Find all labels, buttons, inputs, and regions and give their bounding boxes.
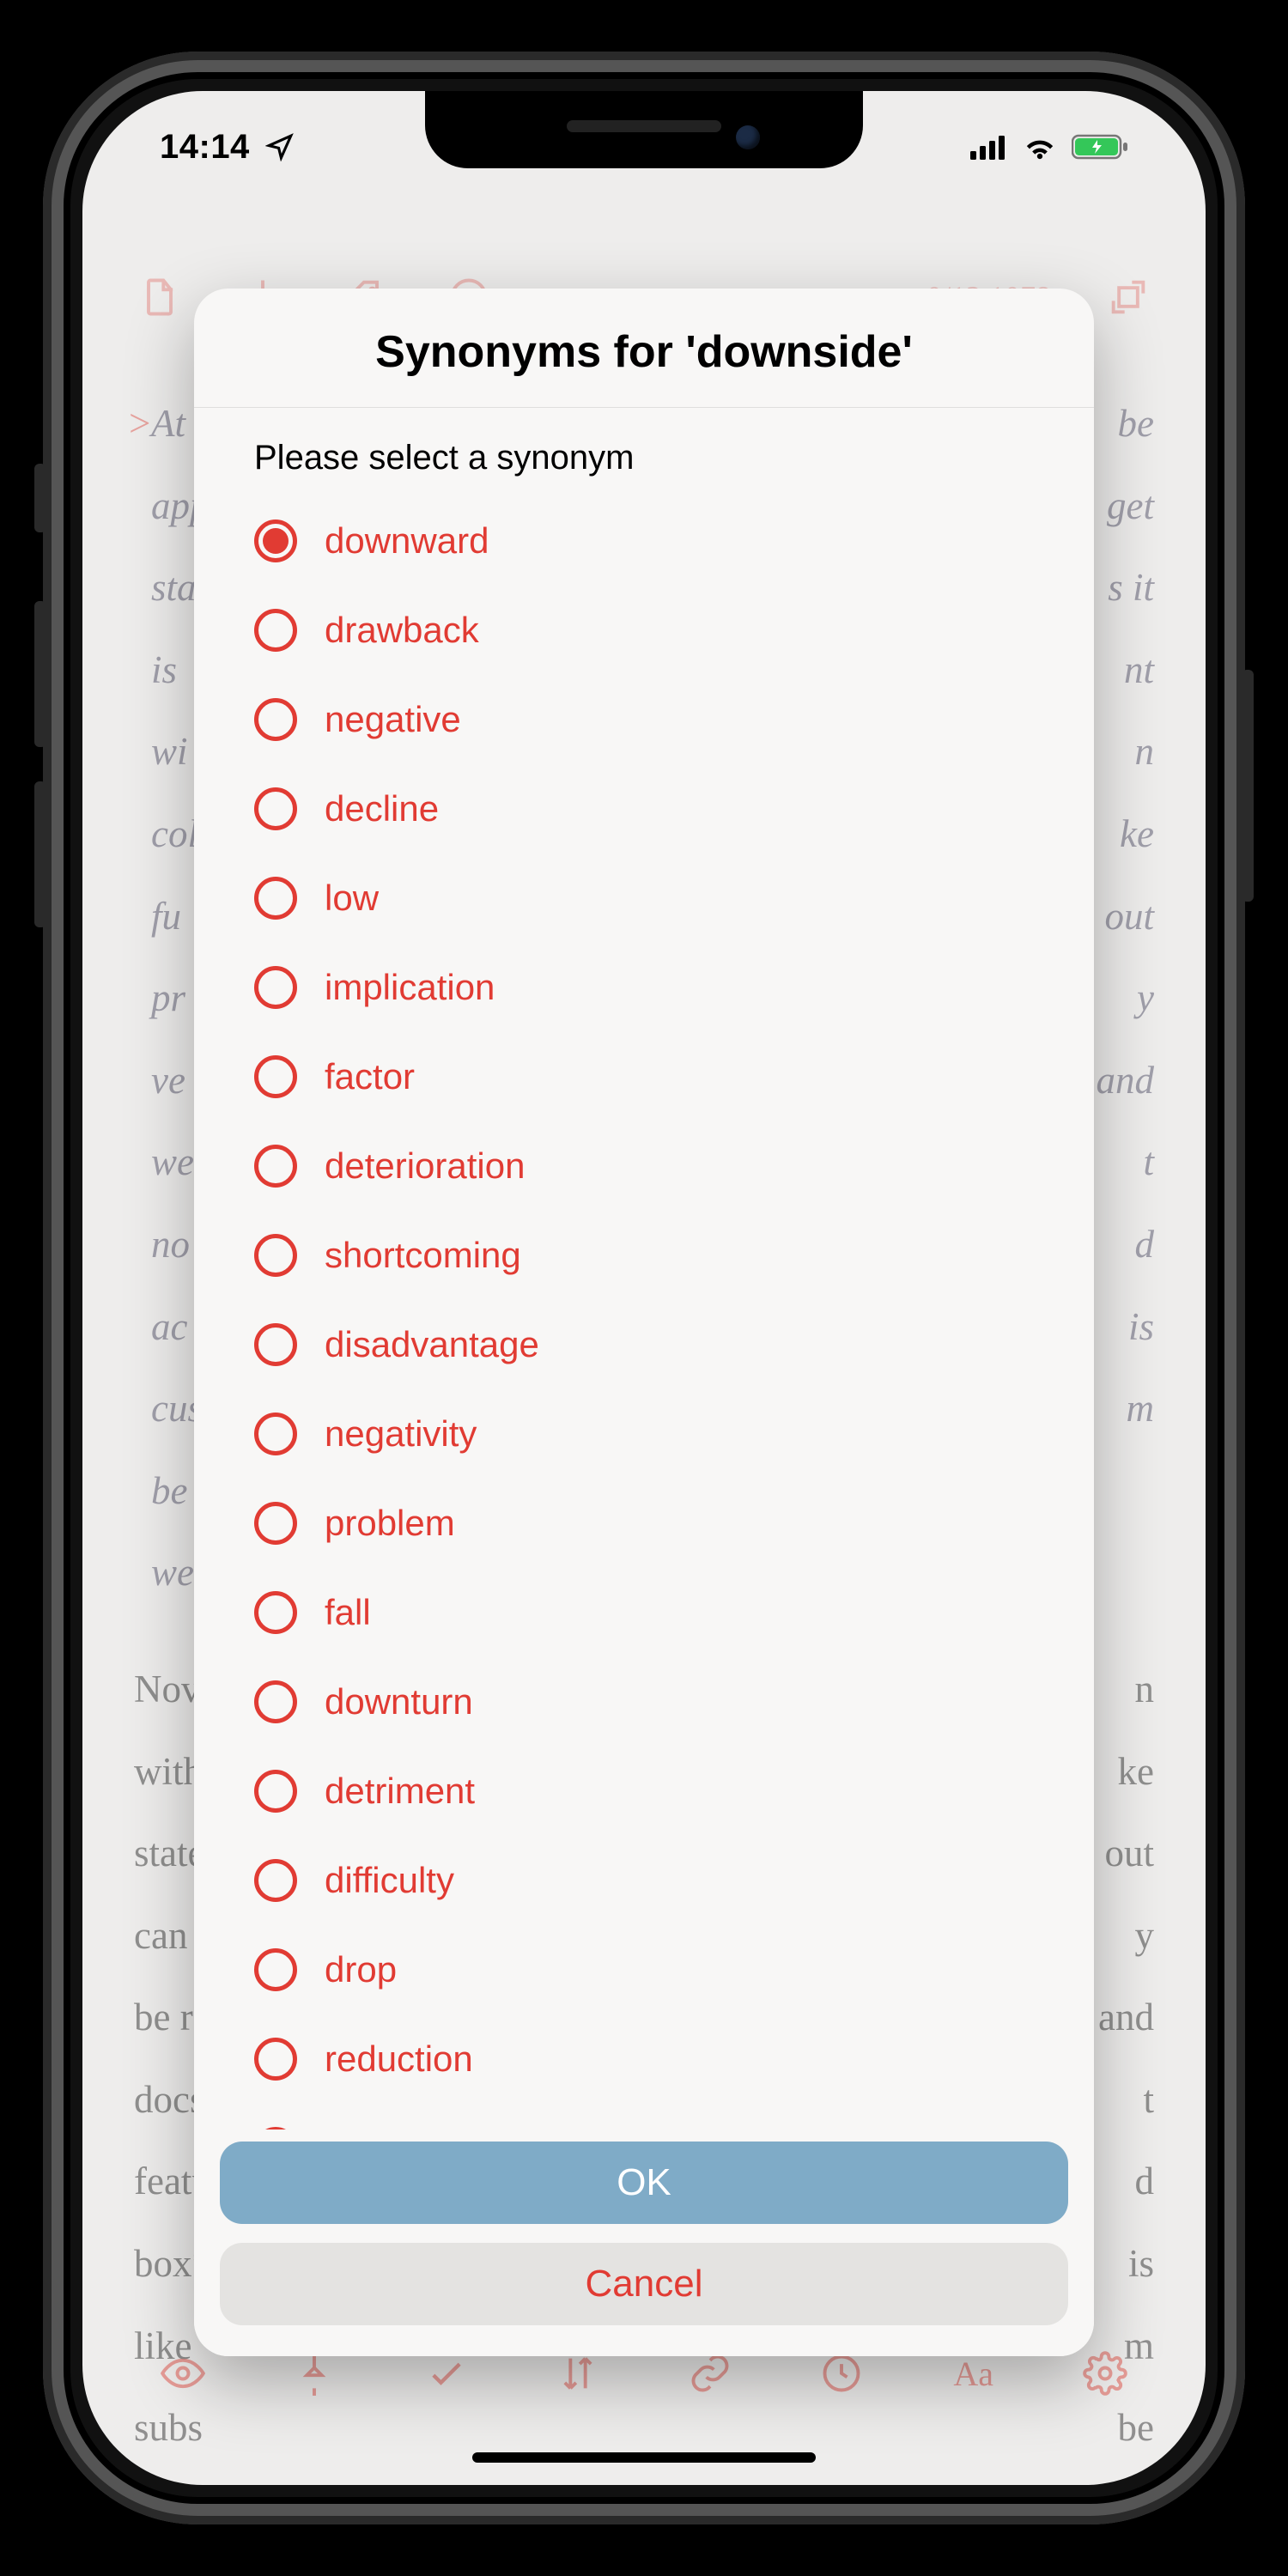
earpiece: [567, 120, 721, 132]
volume-up-button[interactable]: [34, 601, 46, 747]
synonym-option[interactable]: setback: [254, 2104, 1034, 2129]
synonym-option[interactable]: implication: [254, 943, 1034, 1032]
synonym-option[interactable]: disadvantage: [254, 1300, 1034, 1389]
synonym-option-label: negative: [325, 699, 461, 740]
synonym-option-label: fall: [325, 1592, 371, 1633]
volume-down-button[interactable]: [34, 781, 46, 927]
gear-icon[interactable]: [1081, 2349, 1129, 2397]
synonym-option-label: drop: [325, 1949, 397, 1990]
synonym-option[interactable]: shortcoming: [254, 1211, 1034, 1300]
synonym-option-label: difficulty: [325, 1860, 454, 1901]
cancel-button[interactable]: Cancel: [220, 2243, 1068, 2325]
synonym-option[interactable]: decline: [254, 764, 1034, 854]
synonym-option[interactable]: downward: [254, 496, 1034, 586]
radio-icon[interactable]: [254, 1413, 297, 1455]
wifi-icon: [1022, 134, 1058, 160]
synonym-option-label: decline: [325, 788, 439, 829]
radio-icon[interactable]: [254, 698, 297, 741]
synonym-option[interactable]: drop: [254, 1925, 1034, 2014]
synonym-option[interactable]: fall: [254, 1568, 1034, 1657]
synonym-option-label: disadvantage: [325, 1324, 539, 1365]
synonym-option[interactable]: reduction: [254, 2014, 1034, 2104]
eye-icon[interactable]: [159, 2349, 207, 2397]
synonym-option-label: downward: [325, 520, 489, 562]
radio-icon[interactable]: [254, 519, 297, 562]
font-icon[interactable]: Aa: [950, 2349, 998, 2397]
link-icon[interactable]: [686, 2349, 734, 2397]
synonym-option[interactable]: negativity: [254, 1389, 1034, 1479]
check-icon[interactable]: [422, 2349, 471, 2397]
modal-actions: OK Cancel: [194, 2129, 1094, 2356]
screen: 14:14: [82, 91, 1206, 2485]
synonym-option-label: reduction: [325, 2038, 473, 2080]
cellular-icon: [970, 134, 1008, 160]
synonym-option[interactable]: difficulty: [254, 1836, 1034, 1925]
radio-icon[interactable]: [254, 966, 297, 1009]
history-icon[interactable]: [817, 2349, 866, 2397]
synonym-option[interactable]: low: [254, 854, 1034, 943]
radio-icon[interactable]: [254, 1770, 297, 1813]
radio-icon[interactable]: [254, 1145, 297, 1188]
expand-icon[interactable]: [1103, 271, 1154, 323]
pin-icon[interactable]: [290, 2349, 338, 2397]
phone-frame: 14:14: [43, 52, 1245, 2524]
synonym-option[interactable]: problem: [254, 1479, 1034, 1568]
synonym-option-label: problem: [325, 1503, 455, 1544]
radio-icon[interactable]: [254, 2038, 297, 2081]
synonym-option[interactable]: factor: [254, 1032, 1034, 1121]
home-indicator[interactable]: [472, 2452, 816, 2463]
synonym-option-label: shortcoming: [325, 1235, 521, 1276]
radio-icon[interactable]: [254, 609, 297, 652]
battery-icon: [1072, 134, 1128, 160]
synonym-option[interactable]: detriment: [254, 1747, 1034, 1836]
radio-icon[interactable]: [254, 787, 297, 830]
synonym-option-label: detriment: [325, 1771, 475, 1812]
synonym-option-label: negativity: [325, 1413, 477, 1455]
synonym-option-label: implication: [325, 967, 495, 1008]
radio-icon[interactable]: [254, 1680, 297, 1723]
synonym-option[interactable]: deterioration: [254, 1121, 1034, 1211]
synonym-modal: Synonyms for 'downside' Please select a …: [194, 289, 1094, 2356]
synonym-option[interactable]: negative: [254, 675, 1034, 764]
radio-icon[interactable]: [254, 1859, 297, 1902]
synonym-option[interactable]: drawback: [254, 586, 1034, 675]
synonym-option-label: drawback: [325, 610, 479, 651]
power-button[interactable]: [1242, 670, 1254, 902]
mute-switch[interactable]: [34, 464, 46, 532]
synonym-option-label: downturn: [325, 1681, 473, 1722]
synonym-option-label: deterioration: [325, 1145, 525, 1187]
synonym-options-list[interactable]: downward drawback negative decline low implic…: [194, 493, 1094, 2129]
status-time: 14:14: [160, 128, 250, 167]
radio-icon[interactable]: [254, 1323, 297, 1366]
radio-icon[interactable]: [254, 1591, 297, 1634]
ok-button[interactable]: OK: [220, 2142, 1068, 2224]
synonym-option[interactable]: downturn: [254, 1657, 1034, 1747]
radio-icon[interactable]: [254, 1234, 297, 1277]
radio-icon[interactable]: [254, 1055, 297, 1098]
radio-icon[interactable]: [254, 1502, 297, 1545]
modal-title: Synonyms for 'downside': [194, 289, 1094, 408]
radio-icon[interactable]: [254, 877, 297, 920]
notch: [425, 91, 863, 168]
synonym-option-label: low: [325, 878, 379, 919]
modal-subtitle: Please select a synonym: [194, 408, 1094, 493]
radio-icon[interactable]: [254, 1948, 297, 1991]
document-icon[interactable]: [134, 271, 185, 323]
sort-icon[interactable]: [554, 2349, 602, 2397]
synonym-option-label: factor: [325, 1056, 415, 1097]
location-icon: [265, 132, 295, 161]
